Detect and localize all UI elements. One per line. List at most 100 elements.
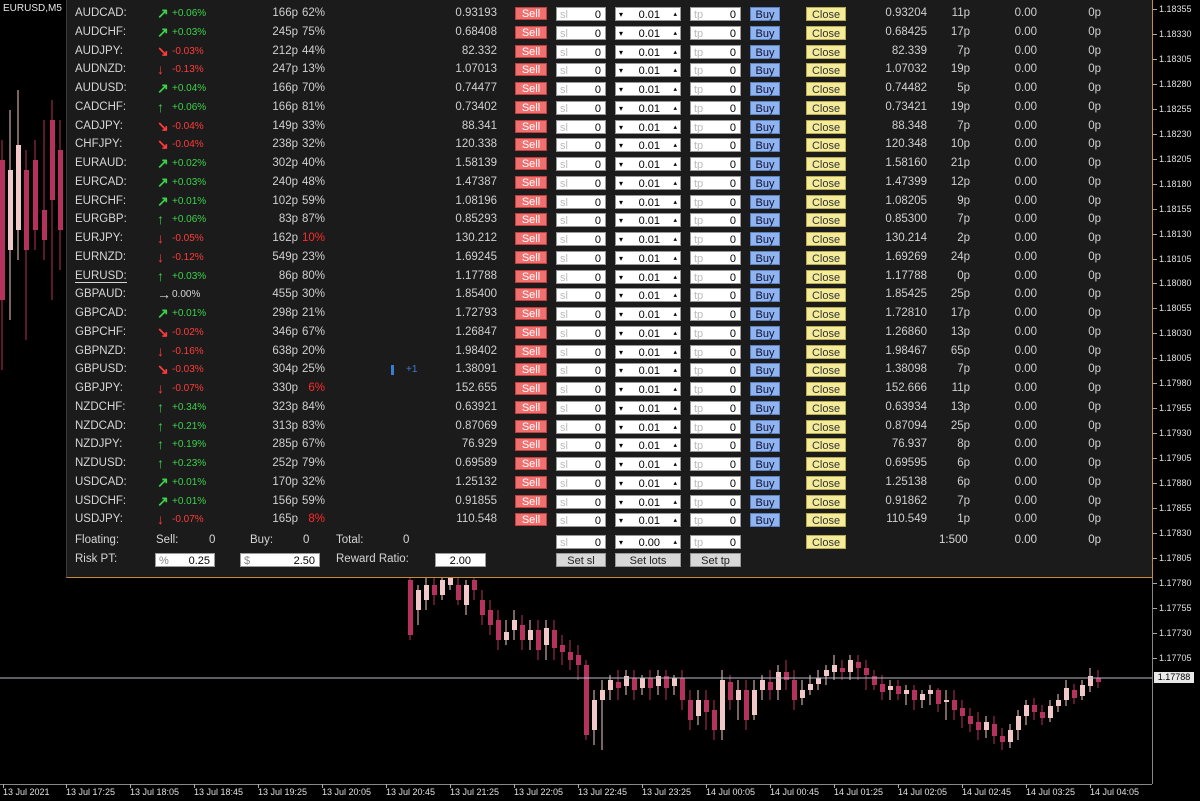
sell-button[interactable]: Sell (515, 325, 547, 339)
risk-percent-input[interactable]: % 0.25 (155, 553, 215, 567)
chevron-down-icon[interactable]: ▾ (619, 139, 623, 153)
tp-input[interactable]: tp 0 (690, 157, 741, 171)
lots-input[interactable]: ▾ 0.01 ▴ (615, 138, 681, 153)
sell-button[interactable]: Sell (515, 82, 547, 95)
chevron-down-icon[interactable]: ▾ (619, 83, 623, 97)
buy-button[interactable]: Buy (750, 7, 780, 21)
buy-button[interactable]: Buy (750, 475, 780, 490)
sell-button[interactable]: Sell (515, 213, 547, 227)
buy-button[interactable]: Buy (750, 363, 780, 378)
buy-button[interactable]: Buy (750, 438, 780, 453)
buy-button[interactable]: Buy (750, 138, 780, 153)
sell-button[interactable]: Sell (515, 44, 547, 58)
sl-input[interactable]: sl 0 (556, 382, 606, 396)
sl-input[interactable]: sl 0 (556, 475, 606, 490)
lots-input[interactable]: ▾ 0.01 ▴ (615, 213, 681, 228)
buy-button[interactable]: Buy (750, 419, 780, 434)
close-button[interactable]: Close (806, 288, 846, 303)
buy-button[interactable]: Buy (750, 382, 780, 396)
chevron-down-icon[interactable]: ▾ (619, 196, 623, 210)
tp-input[interactable]: tp 0 (690, 100, 741, 115)
symbol-name[interactable]: AUDJPY: (75, 45, 123, 57)
sl-input[interactable]: sl 0 (556, 119, 606, 134)
chevron-down-icon[interactable]: ▾ (619, 27, 623, 41)
close-button[interactable]: Close (806, 475, 846, 490)
sl-input[interactable]: sl 0 (556, 288, 606, 303)
chevron-down-icon[interactable]: ▾ (619, 46, 623, 60)
lots-input[interactable]: ▾ 0.01 ▴ (615, 382, 681, 396)
symbol-name[interactable]: AUDNZD: (75, 63, 126, 75)
tp-input[interactable]: tp 0 (690, 82, 741, 96)
sell-button[interactable]: Sell (515, 400, 547, 414)
tp-input[interactable]: tp 0 (690, 213, 741, 228)
tp-input[interactable]: tp 0 (690, 25, 741, 40)
buy-button[interactable]: Buy (750, 250, 780, 265)
symbol-name[interactable]: GBPNZD: (75, 345, 126, 357)
all-tp-input[interactable]: tp 0 (690, 535, 741, 549)
tp-input[interactable]: tp 0 (690, 513, 741, 528)
symbol-name[interactable]: CHFJPY: (75, 138, 122, 150)
lots-input[interactable]: ▾ 0.01 ▴ (615, 344, 681, 359)
sl-input[interactable]: sl 0 (556, 175, 606, 190)
lots-input[interactable]: ▾ 0.01 ▴ (615, 457, 681, 471)
buy-button[interactable]: Buy (750, 194, 780, 209)
close-button[interactable]: Close (806, 513, 846, 528)
tp-input[interactable]: tp 0 (690, 250, 741, 265)
tp-input[interactable]: tp 0 (690, 119, 741, 134)
tp-input[interactable]: tp 0 (690, 363, 741, 378)
buy-button[interactable]: Buy (750, 25, 780, 40)
close-button[interactable]: Close (806, 157, 846, 171)
sl-input[interactable]: sl 0 (556, 250, 606, 265)
lots-input[interactable]: ▾ 0.01 ▴ (615, 175, 681, 190)
close-button[interactable]: Close (806, 438, 846, 453)
lots-input[interactable]: ▾ 0.01 ▴ (615, 269, 681, 285)
symbol-name[interactable]: EURAUD: (75, 157, 127, 169)
tp-input[interactable]: tp 0 (690, 494, 741, 509)
spinner-icon[interactable]: ▴ (673, 271, 677, 285)
tp-input[interactable]: tp 0 (690, 63, 741, 78)
buy-button[interactable]: Buy (750, 269, 780, 284)
symbol-name[interactable]: GBPUSD: (75, 363, 127, 375)
spinner-icon[interactable]: ▴ (673, 439, 677, 453)
all-lots-input[interactable]: ▾ 0.00 ▴ (615, 535, 681, 549)
spinner-icon[interactable]: ▴ (673, 383, 677, 397)
symbol-name[interactable]: AUDCAD: (75, 7, 127, 19)
spinner-icon[interactable]: ▴ (673, 252, 677, 266)
tp-input[interactable]: tp 0 (690, 175, 741, 190)
close-button[interactable]: Close (806, 44, 846, 59)
buy-button[interactable]: Buy (750, 63, 780, 78)
spinner-icon[interactable]: ▴ (673, 139, 677, 153)
set-tp-button[interactable]: Set tp (690, 553, 741, 567)
tp-input[interactable]: tp 0 (690, 325, 741, 340)
close-button[interactable]: Close (806, 269, 846, 284)
spinner-icon[interactable]: ▴ (673, 27, 677, 41)
buy-button[interactable]: Buy (750, 44, 780, 59)
spinner-icon[interactable]: ▴ (673, 102, 677, 116)
close-button[interactable]: Close (806, 175, 846, 190)
sl-input[interactable]: sl 0 (556, 457, 606, 471)
sell-button[interactable]: Sell (515, 494, 547, 508)
sell-button[interactable]: Sell (515, 344, 547, 358)
symbol-name[interactable]: EURCHF: (75, 195, 126, 207)
all-sl-input[interactable]: sl 0 (556, 535, 606, 549)
sell-button[interactable]: Sell (515, 382, 547, 395)
close-button[interactable]: Close (806, 363, 846, 378)
sell-button[interactable]: Sell (515, 288, 547, 302)
sl-input[interactable]: sl 0 (556, 138, 606, 153)
sell-button[interactable]: Sell (515, 250, 547, 264)
symbol-name[interactable]: CADCHF: (75, 101, 126, 113)
sl-input[interactable]: sl 0 (556, 157, 606, 171)
chevron-down-icon[interactable]: ▾ (619, 458, 623, 472)
symbol-name[interactable]: NZDUSD: (75, 457, 126, 469)
close-button[interactable]: Close (806, 82, 846, 96)
symbol-name[interactable]: USDCHF: (75, 495, 126, 507)
symbol-name[interactable]: EURUSD: (75, 270, 127, 283)
tp-input[interactable]: tp 0 (690, 307, 741, 321)
spinner-icon[interactable]: ▴ (673, 327, 677, 341)
buy-button[interactable]: Buy (750, 232, 780, 246)
sell-button[interactable]: Sell (515, 7, 547, 20)
spinner-icon[interactable]: ▴ (673, 196, 677, 210)
tp-input[interactable]: tp 0 (690, 232, 741, 246)
sell-button[interactable]: Sell (515, 194, 547, 208)
buy-button[interactable]: Buy (750, 157, 780, 171)
